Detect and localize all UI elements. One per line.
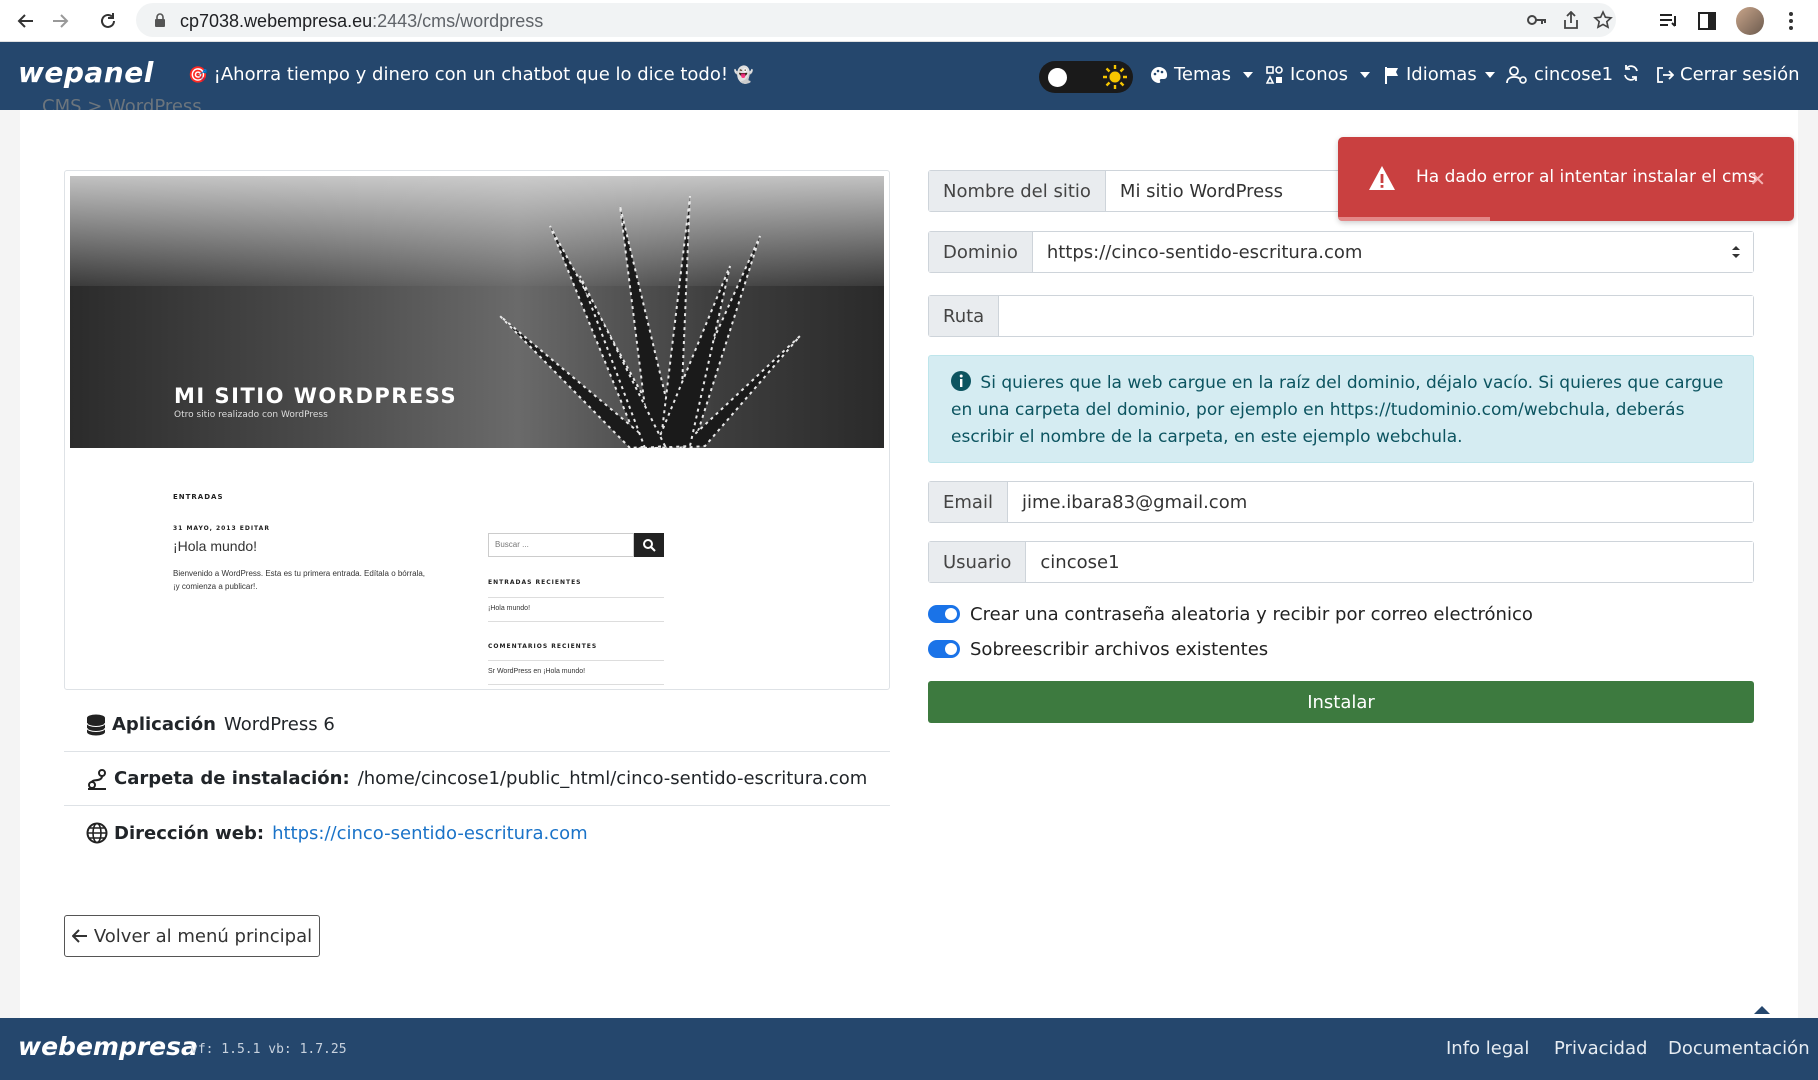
preview-post-meta: 31 MAYO, 2013 EDITAR <box>173 525 270 532</box>
preview-hero: MI SITIO WORDPRESS Otro sitio realizado … <box>70 176 884 448</box>
themes-menu[interactable]: Temas <box>1150 64 1253 85</box>
scroll-to-top-icon[interactable] <box>1754 1006 1770 1014</box>
path-input[interactable] <box>999 296 1753 336</box>
sun-icon <box>1103 65 1127 89</box>
overwrite-files-toggle-row: Sobreescribir archivos existentes <box>928 637 1268 661</box>
folder-info-row: Carpeta de instalación: /home/cincose1/p… <box>64 752 890 806</box>
reading-list-icon[interactable] <box>1656 8 1682 34</box>
arrow-left-icon <box>71 929 87 943</box>
privacy-link[interactable]: Privacidad <box>1554 1038 1647 1059</box>
random-password-toggle-row: Crear una contraseña aleatoria y recibir… <box>928 602 1533 626</box>
address-bar[interactable]: cp7038.webempresa.eu:2443/cms/wordpress <box>136 3 1616 37</box>
icons-menu[interactable]: Iconos <box>1266 64 1371 85</box>
promo-banner[interactable]: 🎯 ¡Ahorra tiempo y dinero con un chatbot… <box>188 64 754 85</box>
user-group: Usuario cincose1 <box>928 541 1754 583</box>
folder-tree-icon <box>88 768 106 790</box>
path-info-alert: Si quieres que la web cargue en la raíz … <box>928 355 1754 463</box>
page-gutter-left <box>0 110 20 1018</box>
side-panel-icon[interactable] <box>1694 8 1720 34</box>
logout-link[interactable]: Cerrar sesión <box>1656 64 1800 85</box>
sign-out-icon <box>1657 66 1674 83</box>
ghost-icon: 👻 <box>733 65 754 84</box>
web-info-row: Dirección web: https://cinco-sentido-esc… <box>64 806 890 860</box>
languages-menu[interactable]: Idiomas <box>1384 64 1495 85</box>
page-gutter-right <box>1798 110 1818 1018</box>
error-toast: Ha dado error al intentar instalar el cm… <box>1338 137 1794 221</box>
dark-mode-toggle[interactable] <box>1039 61 1133 93</box>
app-header: wepanel 🎯 ¡Ahorra tiempo y dinero con un… <box>0 42 1818 110</box>
preview-site-tagline: Otro sitio realizado con WordPress <box>174 410 328 420</box>
email-input[interactable]: jime.ibara83@gmail.com <box>1007 482 1753 522</box>
bookmark-star-icon[interactable] <box>1590 7 1616 33</box>
web-address-link[interactable]: https://cinco-sentido-escritura.com <box>272 823 588 844</box>
site-name-label: Nombre del sitio <box>929 171 1106 211</box>
back-to-main-menu-button[interactable]: Volver al menú principal <box>64 915 320 957</box>
email-group: Email jime.ibara83@gmail.com <box>928 481 1754 523</box>
preview-site-title: MI SITIO WORDPRESS <box>174 384 458 408</box>
user-input[interactable]: cincose1 <box>1026 542 1753 582</box>
user-gear-icon <box>1506 65 1527 84</box>
toggle-knob <box>1048 68 1067 87</box>
preview-post-body: Bienvenido a WordPress. Esta es tu prime… <box>173 569 425 578</box>
preview-post-title: ¡Hola mundo! <box>173 538 258 554</box>
browser-toolbar: cp7038.webempresa.eu:2443/cms/wordpress <box>0 0 1818 42</box>
back-arrow-icon[interactable] <box>12 7 40 35</box>
close-icon[interactable]: ✕ <box>1749 167 1766 191</box>
app-info-row: Aplicación WordPress 6 <box>64 698 890 752</box>
install-button[interactable]: Instalar <box>928 681 1754 723</box>
documentation-link[interactable]: Documentación <box>1668 1038 1810 1059</box>
flag-icon <box>1385 66 1398 84</box>
database-icon <box>86 714 106 735</box>
wordpress-preview-image: MI SITIO WORDPRESS Otro sitio realizado … <box>64 170 890 690</box>
random-password-switch[interactable] <box>928 605 960 623</box>
preview-recent-comments-label: COMENTARIOS RECIENTES <box>488 643 598 650</box>
info-circle-icon <box>951 371 971 391</box>
url-text: cp7038.webempresa.eu:2443/cms/wordpress <box>180 11 544 31</box>
app-footer: webempresa vf: 1.5.1 vb: 1.7.25 Info leg… <box>0 1018 1818 1080</box>
toast-progress-bar <box>1338 217 1490 221</box>
select-arrows-icon <box>1732 246 1740 258</box>
forward-arrow-icon[interactable] <box>46 7 74 35</box>
domain-select[interactable]: https://cinco-sentido-escritura.com <box>1032 232 1753 272</box>
error-toast-message: Ha dado error al intentar instalar el cm… <box>1416 167 1757 187</box>
palette-icon <box>1151 66 1168 83</box>
domain-group: Dominio https://cinco-sentido-escritura.… <box>928 231 1754 273</box>
key-icon[interactable] <box>1524 7 1550 33</box>
site-info-icon[interactable] <box>152 12 168 32</box>
install-folder-path: /home/cincose1/public_html/cinco-sentido… <box>357 768 868 789</box>
version-info: vf: 1.5.1 vb: 1.7.25 <box>190 1042 347 1057</box>
path-group: Ruta <box>928 295 1754 337</box>
icons-grid-icon <box>1266 65 1283 84</box>
wepanel-logo[interactable]: wepanel <box>18 56 154 89</box>
preview-recent-posts-label: ENTRADAS RECIENTES <box>488 579 582 586</box>
profile-avatar[interactable] <box>1736 7 1764 35</box>
preview-recent-post: ¡Hola mundo! <box>488 605 531 612</box>
share-icon[interactable] <box>1558 7 1584 33</box>
preview-entries-label: ENTRADAS <box>173 493 224 501</box>
email-label: Email <box>929 482 1008 522</box>
domain-label: Dominio <box>929 232 1033 272</box>
path-label: Ruta <box>929 296 1000 336</box>
preview-post-body-2: ¡y comienza a publicar!. <box>173 582 258 591</box>
target-icon: 🎯 <box>188 65 208 84</box>
breadcrumb: CMS > WordPress <box>42 96 202 110</box>
preview-search-box: Buscar ... <box>488 533 634 557</box>
sync-icon[interactable] <box>1622 64 1640 82</box>
legal-info-link[interactable]: Info legal <box>1446 1038 1529 1059</box>
user-menu[interactable]: cincose1 <box>1506 64 1613 85</box>
more-menu-icon[interactable] <box>1778 8 1804 34</box>
reload-icon[interactable] <box>94 7 122 35</box>
overwrite-files-switch[interactable] <box>928 640 960 658</box>
plant-graphic <box>499 196 801 448</box>
user-label: Usuario <box>929 542 1027 582</box>
webempresa-logo[interactable]: webempresa <box>18 1032 198 1061</box>
globe-icon <box>86 822 108 844</box>
preview-search-icon <box>634 533 664 557</box>
preview-recent-comment: Sr WordPress en ¡Hola mundo! <box>488 668 586 675</box>
warning-triangle-icon <box>1369 166 1395 190</box>
app-version: WordPress 6 <box>224 714 335 735</box>
